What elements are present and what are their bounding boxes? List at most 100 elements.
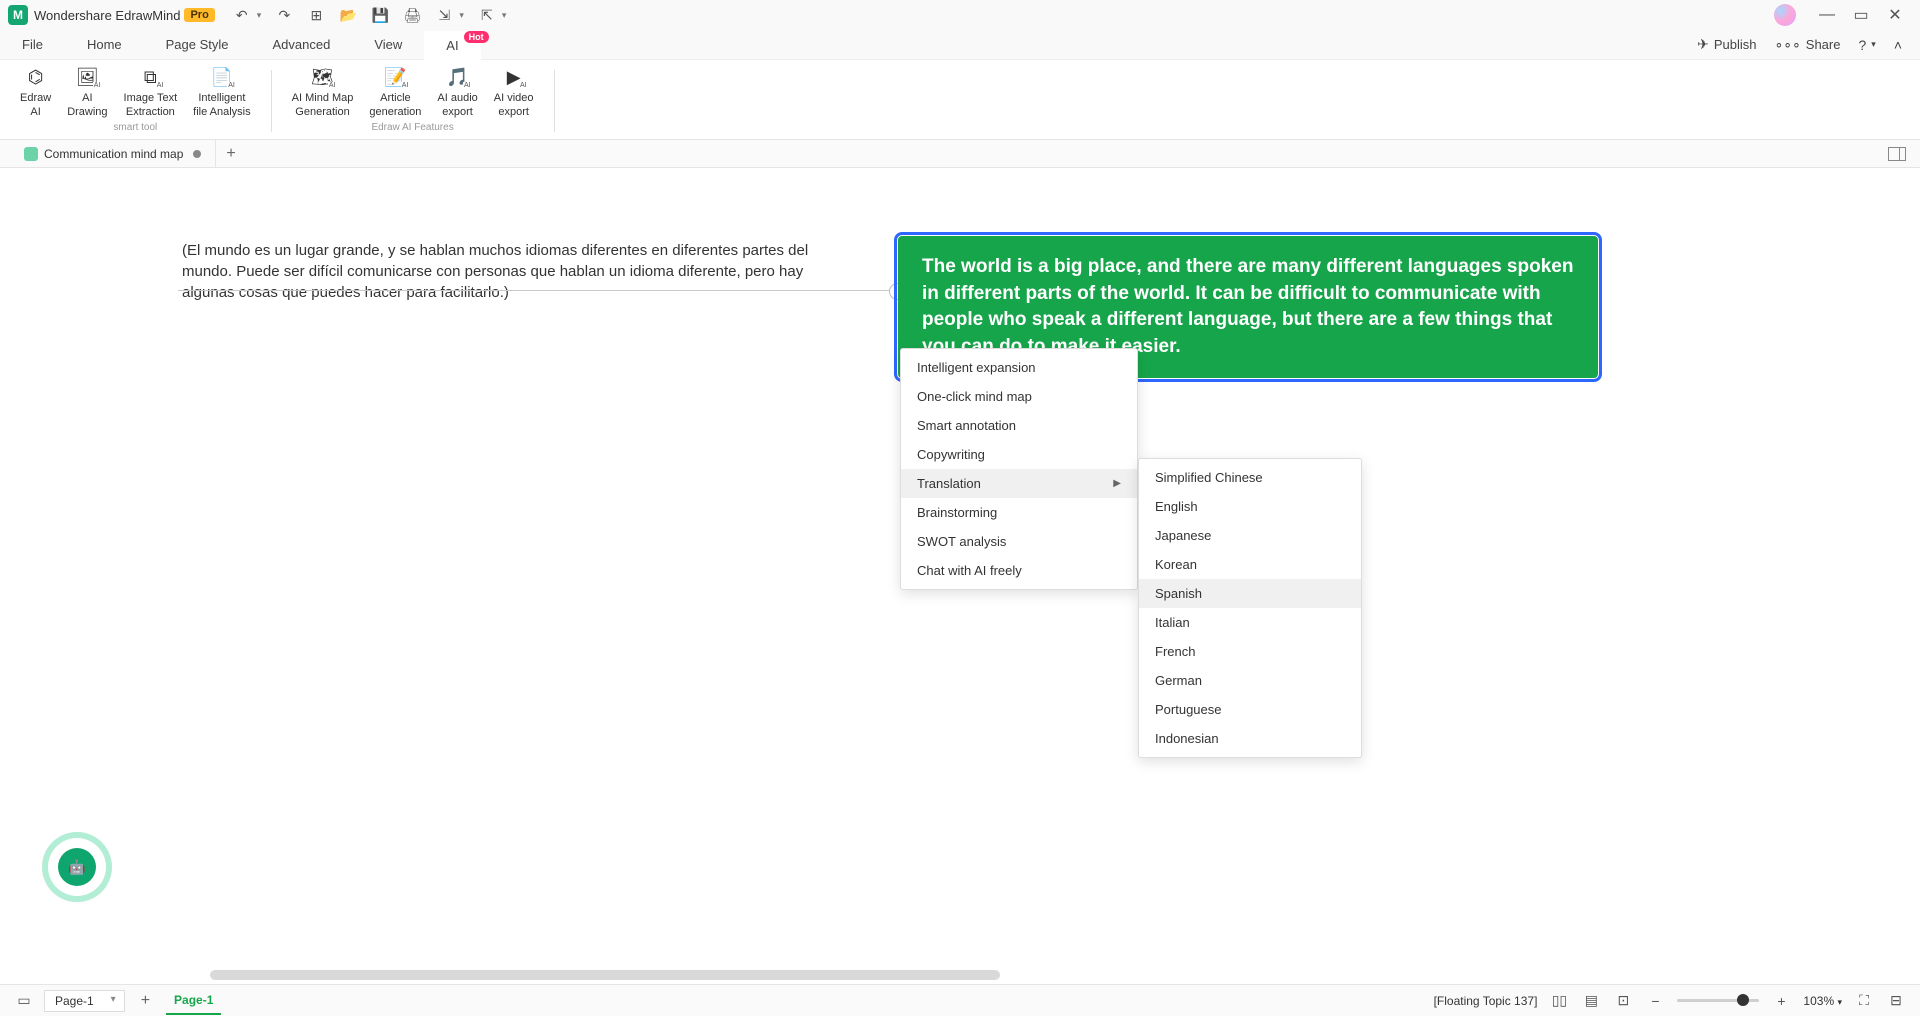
export-dropdown-icon[interactable]: ▾: [459, 10, 464, 21]
view-mode-2-icon[interactable]: ▤: [1581, 993, 1601, 1009]
print-icon[interactable]: 🖨: [403, 6, 421, 24]
menu-home[interactable]: Home: [65, 30, 144, 59]
file-analysis-button[interactable]: 📄AIIntelligent file Analysis: [185, 66, 258, 120]
document-tab-label: Communication mind map: [44, 147, 183, 161]
page-selector[interactable]: Page-1: [44, 990, 125, 1012]
title-bar: M Wondershare EdrawMind Pro ↶▾ ↷ ⊞ 📂 💾 🖨…: [0, 0, 1920, 30]
user-avatar[interactable]: [1774, 4, 1796, 26]
pro-badge: Pro: [184, 8, 214, 22]
fullscreen-icon[interactable]: ⛶: [1854, 993, 1874, 1009]
mindmap-node-spanish[interactable]: (El mundo es un lugar grande, y se habla…: [182, 240, 842, 303]
fit-icon[interactable]: ⊟: [1886, 993, 1906, 1009]
menu-bar: File Home Page Style Advanced View AI Ho…: [0, 30, 1920, 60]
floating-topic-status: [Floating Topic 137]: [1434, 994, 1538, 1008]
audio-export-button[interactable]: 🎵AIAI audio export: [429, 66, 485, 120]
import-icon[interactable]: ⇱: [478, 6, 496, 24]
lang-german[interactable]: German: [1139, 666, 1361, 695]
minimize-button[interactable]: —: [1810, 3, 1844, 27]
add-page-button[interactable]: +: [135, 992, 156, 1010]
publish-button[interactable]: ✈Publish: [1697, 36, 1756, 53]
menu-right-group: ✈Publish ∘∘∘Share ?▾ ˄: [1697, 36, 1920, 53]
help-icon: ?: [1858, 37, 1866, 53]
app-logo-icon: M: [8, 5, 28, 25]
edraw-ai-button[interactable]: ⌬Edraw AI: [12, 66, 59, 120]
page-tab-active[interactable]: Page-1: [166, 987, 221, 1015]
zoom-slider-thumb[interactable]: [1737, 994, 1749, 1006]
ctx-translation[interactable]: Translation▶: [901, 469, 1137, 498]
outline-icon[interactable]: ▭: [14, 993, 34, 1009]
view-mode-3-icon[interactable]: ⊡: [1613, 993, 1633, 1009]
unsaved-indicator-icon: [193, 150, 201, 158]
view-mode-1-icon[interactable]: ▯▯: [1549, 993, 1569, 1009]
document-tab[interactable]: Communication mind map: [10, 140, 216, 167]
ribbon-group-ai-features: 🗺AIAI Mind Map Generation 📝AIArticle gen…: [282, 66, 544, 133]
lang-italian[interactable]: Italian: [1139, 608, 1361, 637]
close-button[interactable]: ✕: [1878, 3, 1912, 27]
mindmap-gen-button[interactable]: 🗺AIAI Mind Map Generation: [284, 66, 362, 120]
ctx-smart-annotation[interactable]: Smart annotation: [901, 411, 1137, 440]
export-icon[interactable]: ⇲: [435, 6, 453, 24]
ctx-intelligent-expansion[interactable]: Intelligent expansion: [901, 353, 1137, 382]
lang-indonesian[interactable]: Indonesian: [1139, 724, 1361, 753]
help-button[interactable]: ?▾: [1858, 37, 1875, 53]
maximize-button[interactable]: ▭: [1844, 3, 1878, 27]
mindmap-gen-icon: 🗺AI: [310, 66, 336, 88]
collapse-ribbon-button[interactable]: ˄: [1894, 37, 1902, 53]
lang-french[interactable]: French: [1139, 637, 1361, 666]
menu-ai[interactable]: AI Hot: [424, 31, 480, 60]
menu-file[interactable]: File: [0, 30, 65, 59]
horizontal-scrollbar[interactable]: [210, 970, 1000, 980]
ctx-copywriting[interactable]: Copywriting: [901, 440, 1137, 469]
video-export-button[interactable]: ▶AIAI video export: [486, 66, 542, 120]
chevron-up-icon: ˄: [1894, 37, 1902, 53]
status-bar: ▭ Page-1 + Page-1 [Floating Topic 137] ▯…: [0, 984, 1920, 1016]
zoom-in-button[interactable]: +: [1771, 993, 1791, 1009]
save-icon[interactable]: 💾: [371, 6, 389, 24]
ai-assistant-button[interactable]: 🤖: [48, 838, 106, 896]
hot-badge: Hot: [464, 31, 489, 43]
canvas[interactable]: (El mundo es un lugar grande, y se habla…: [0, 168, 1920, 984]
article-gen-icon: 📝AI: [382, 66, 408, 88]
ai-drawing-button[interactable]: 🖼AIAI Drawing: [59, 66, 115, 120]
redo-icon[interactable]: ↷: [275, 6, 293, 24]
quick-access-toolbar: ↶ ▾ ↷ ⊞ 📂 💾 🖨 ⇲ ▾ ⇱ ▾: [233, 6, 507, 24]
robot-icon: 🤖: [58, 848, 96, 886]
zoom-percentage[interactable]: 103% ▾: [1803, 994, 1842, 1008]
lang-simplified-chinese[interactable]: Simplified Chinese: [1139, 463, 1361, 492]
lang-spanish[interactable]: Spanish: [1139, 579, 1361, 608]
ai-drawing-icon: 🖼AI: [74, 66, 100, 88]
publish-icon: ✈: [1697, 36, 1709, 53]
undo-icon[interactable]: ↶: [233, 6, 251, 24]
new-icon[interactable]: ⊞: [307, 6, 325, 24]
open-icon[interactable]: 📂: [339, 6, 357, 24]
lang-japanese[interactable]: Japanese: [1139, 521, 1361, 550]
ctx-brainstorming[interactable]: Brainstorming: [901, 498, 1137, 527]
menu-view[interactable]: View: [352, 30, 424, 59]
document-tab-bar: Communication mind map +: [0, 140, 1920, 168]
undo-dropdown-icon[interactable]: ▾: [257, 10, 262, 21]
translation-submenu: Simplified Chinese English Japanese Kore…: [1138, 458, 1362, 758]
context-menu: Intelligent expansion One-click mind map…: [900, 348, 1138, 590]
menu-page-style[interactable]: Page Style: [144, 30, 251, 59]
ocr-button[interactable]: ⧉AIImage Text Extraction: [116, 66, 186, 120]
share-icon: ∘∘∘: [1774, 36, 1800, 53]
zoom-out-button[interactable]: −: [1645, 993, 1665, 1009]
status-right-group: [Floating Topic 137] ▯▯ ▤ ⊡ − + 103% ▾ ⛶…: [1434, 993, 1906, 1009]
ocr-icon: ⧉AI: [137, 66, 163, 88]
share-button[interactable]: ∘∘∘Share: [1774, 36, 1840, 53]
lang-korean[interactable]: Korean: [1139, 550, 1361, 579]
panel-toggle-button[interactable]: [1888, 147, 1906, 161]
article-gen-button[interactable]: 📝AIArticle generation: [361, 66, 429, 120]
lang-english[interactable]: English: [1139, 492, 1361, 521]
ctx-chat-ai[interactable]: Chat with AI freely: [901, 556, 1137, 585]
zoom-slider[interactable]: [1677, 999, 1759, 1002]
add-tab-button[interactable]: +: [226, 145, 235, 163]
chevron-down-icon: ▾: [1837, 997, 1842, 1007]
ctx-one-click-mindmap[interactable]: One-click mind map: [901, 382, 1137, 411]
ctx-swot-analysis[interactable]: SWOT analysis: [901, 527, 1137, 556]
import-dropdown-icon[interactable]: ▾: [502, 10, 507, 21]
menu-advanced[interactable]: Advanced: [251, 30, 353, 59]
ribbon-group-smart-tool: ⌬Edraw AI 🖼AIAI Drawing ⧉AIImage Text Ex…: [10, 66, 261, 133]
document-icon: [24, 147, 38, 161]
lang-portuguese[interactable]: Portuguese: [1139, 695, 1361, 724]
